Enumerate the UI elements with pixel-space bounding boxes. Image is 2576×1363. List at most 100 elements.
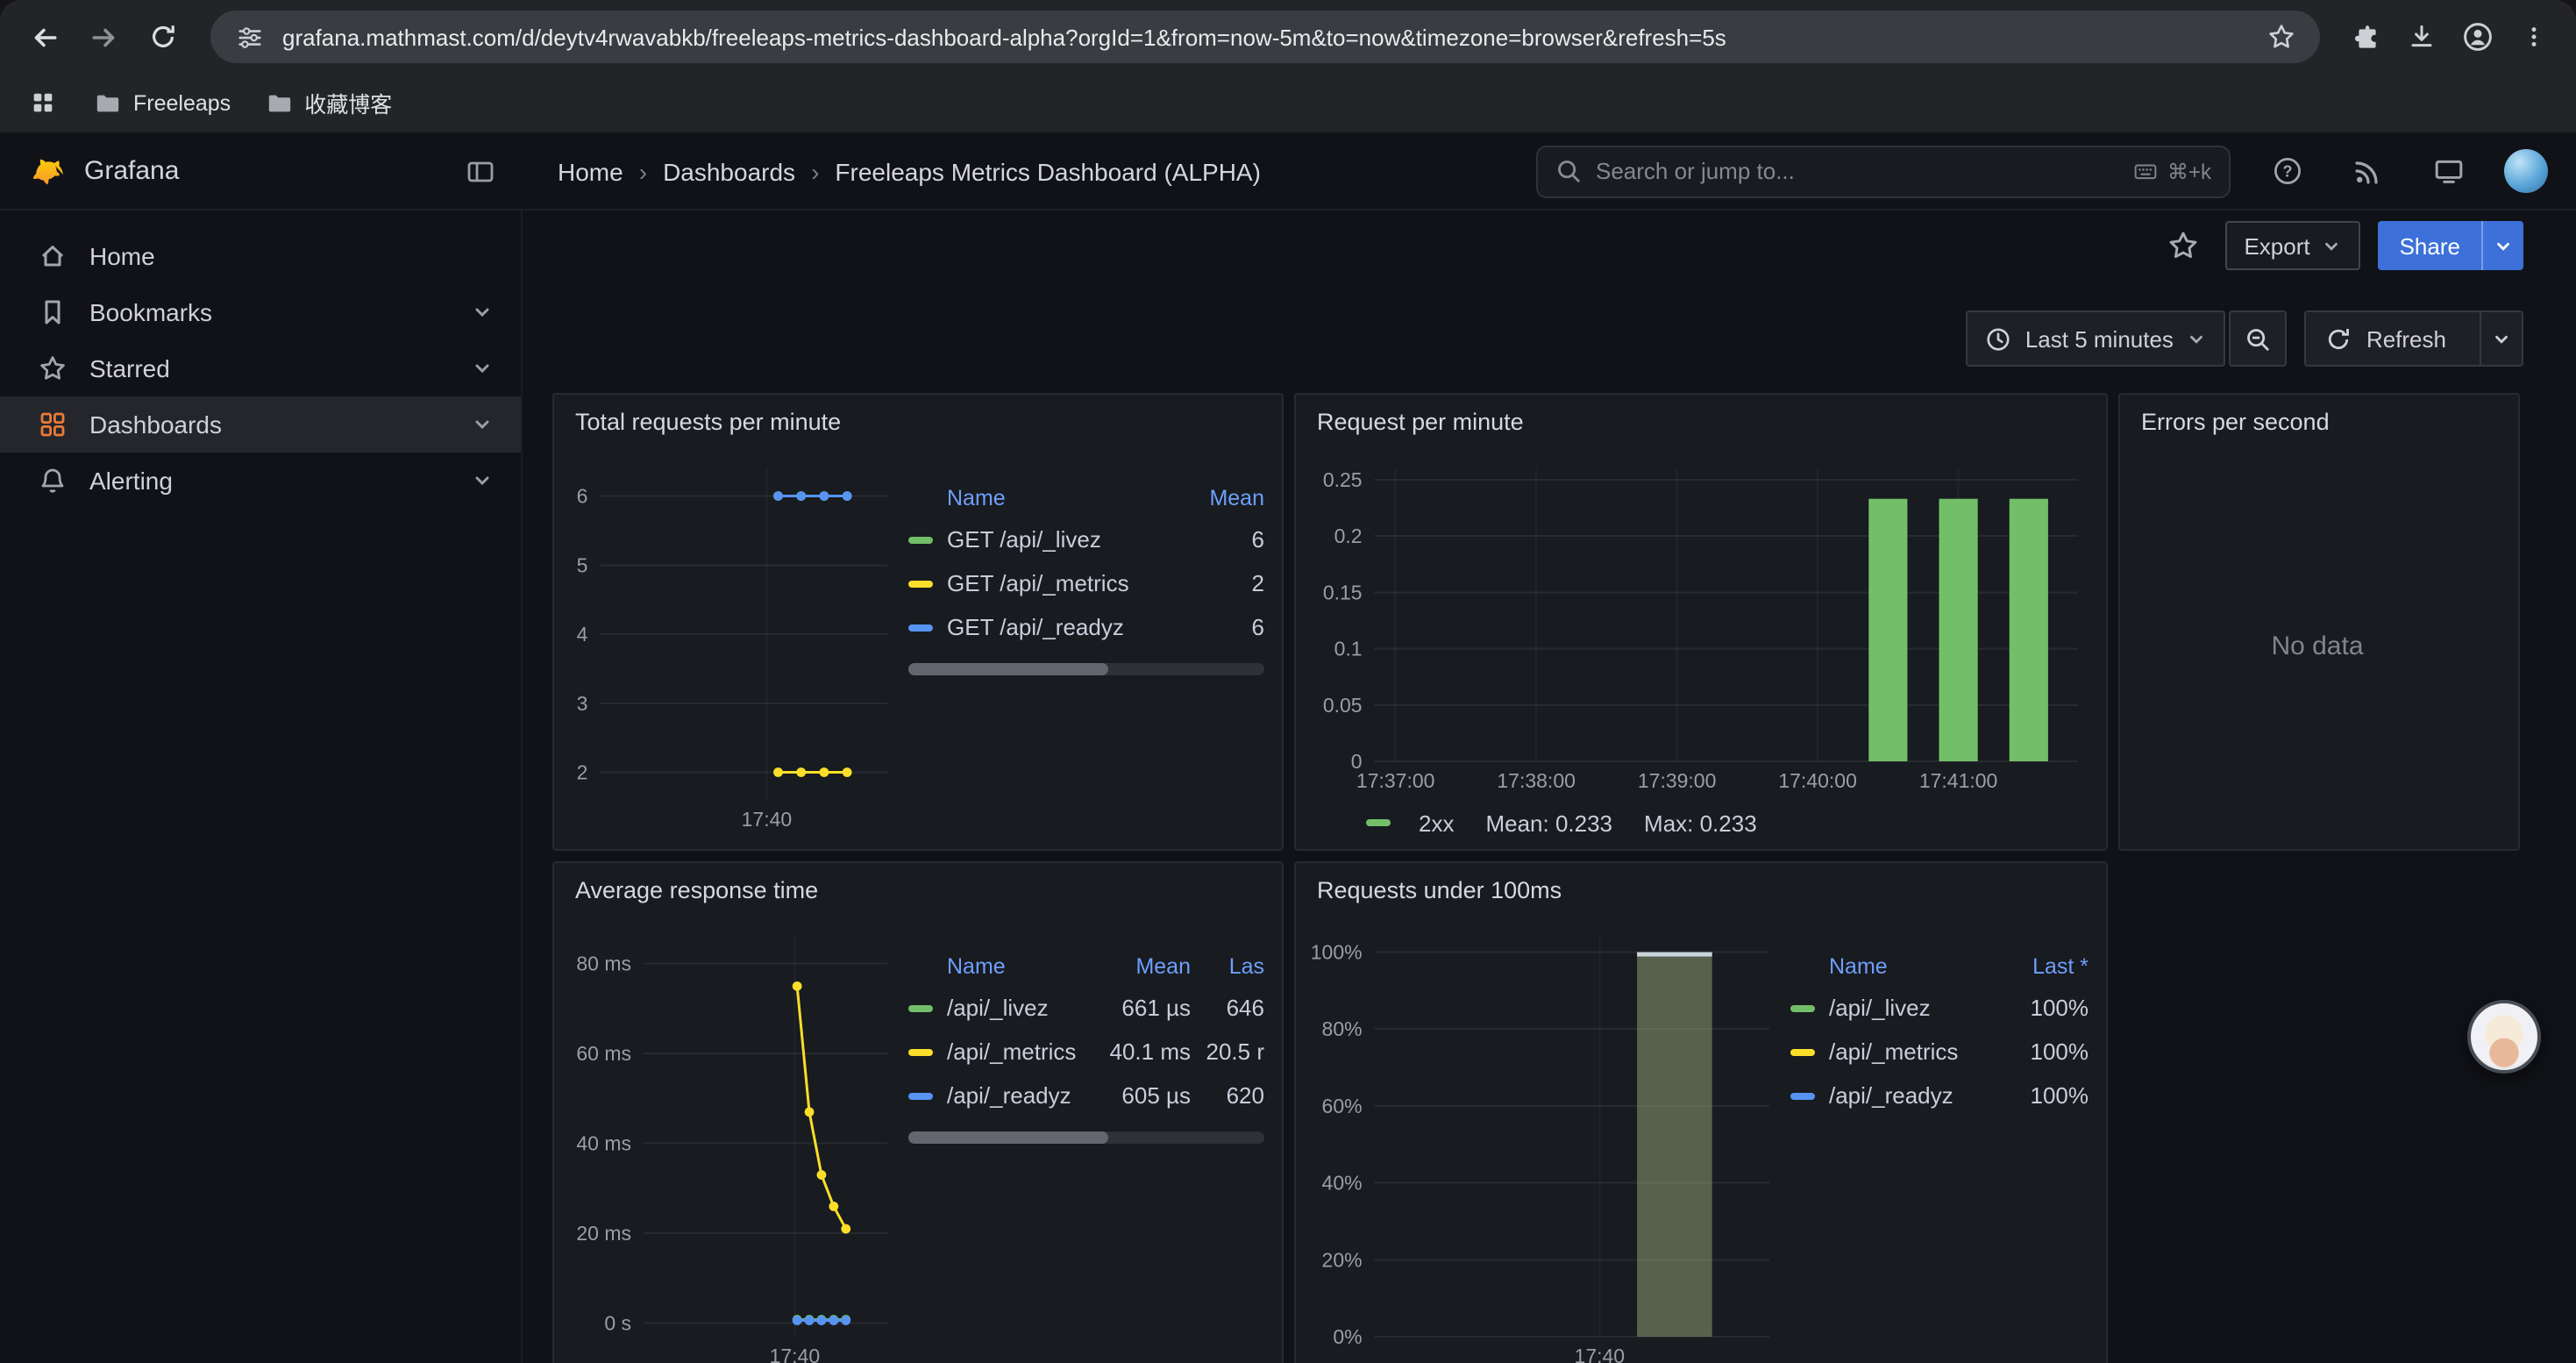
- legend-row[interactable]: GET /api/_metrics 2: [908, 561, 1264, 605]
- refresh-interval-caret[interactable]: [2480, 312, 2522, 365]
- breadcrumb-dashboards[interactable]: Dashboards: [663, 157, 795, 185]
- timeseries-plot[interactable]: 80 ms60 ms40 ms20 ms0 s17:40: [568, 919, 898, 1363]
- sidebar-item-alerting[interactable]: Alerting: [0, 453, 521, 509]
- sidebar-item-starred[interactable]: Starred: [0, 340, 521, 396]
- legend-series[interactable]: 2xx: [1366, 810, 1454, 836]
- back-button[interactable]: [18, 11, 70, 63]
- legend-row[interactable]: /api/_metrics 100%: [1790, 1030, 2089, 1074]
- tv-mode-icon[interactable]: [2423, 146, 2473, 196]
- search-box[interactable]: ⌘+k: [1536, 145, 2231, 197]
- chevron-down-icon[interactable]: [472, 414, 493, 435]
- search-input[interactable]: [1596, 158, 2118, 184]
- legend-row[interactable]: /api/_livez 100%: [1790, 986, 2089, 1030]
- legend-row[interactable]: GET /api/_readyz 6: [908, 605, 1264, 649]
- bar-chart-plot[interactable]: 0.250.20.150.10.05017:37:0017:38:0017:39…: [1310, 451, 2089, 803]
- legend-row[interactable]: /api/_readyz 605 µs 620: [908, 1074, 1264, 1117]
- chevron-down-icon[interactable]: [472, 358, 493, 379]
- assistant-avatar-button[interactable]: [2467, 1000, 2541, 1074]
- keyboard-icon: [2132, 160, 2159, 182]
- series-name[interactable]: /api/_metrics: [947, 1038, 1089, 1065]
- legend-col-mean[interactable]: Mean: [1089, 954, 1191, 979]
- scrollbar-thumb[interactable]: [908, 1131, 1107, 1144]
- legend-row[interactable]: /api/_readyz 100%: [1790, 1074, 2089, 1117]
- panel-title[interactable]: Request per minute: [1296, 395, 2106, 451]
- svg-text:20%: 20%: [1322, 1248, 1363, 1271]
- svg-text:80%: 80%: [1322, 1017, 1363, 1040]
- news-rss-icon[interactable]: [2343, 146, 2392, 196]
- series-name[interactable]: /api/_readyz: [947, 1082, 1089, 1109]
- profile-icon[interactable]: [2453, 12, 2502, 61]
- refresh-button[interactable]: Refresh: [2305, 310, 2523, 367]
- sidebar-toggle-icon[interactable]: [466, 157, 495, 185]
- breadcrumb-home[interactable]: Home: [558, 157, 623, 185]
- time-range-picker[interactable]: Last 5 minutes: [1966, 310, 2226, 367]
- svg-text:17:40: 17:40: [770, 1345, 821, 1363]
- breadcrumb-current: Freeleaps Metrics Dashboard (ALPHA): [835, 157, 1261, 185]
- bookmark-label: 收藏博客: [304, 86, 392, 119]
- panel-title[interactable]: Total requests per minute: [554, 395, 1282, 451]
- legend-row[interactable]: /api/_livez 661 µs 646: [908, 986, 1264, 1030]
- bookmark-folder-freeleaps[interactable]: Freeleaps: [95, 89, 231, 116]
- legend-scrollbar[interactable]: [908, 663, 1264, 675]
- legend-col-name[interactable]: Name: [1790, 954, 1997, 979]
- panel-title[interactable]: Average response time: [554, 863, 1282, 919]
- series-name[interactable]: /api/_livez: [947, 995, 1089, 1021]
- series-name[interactable]: GET /api/_livez: [947, 526, 1173, 553]
- share-button[interactable]: Share: [2379, 221, 2523, 270]
- breadcrumb-separator: ›: [639, 157, 647, 185]
- legend-scrollbar[interactable]: [908, 1131, 1264, 1144]
- apps-grid-icon: [39, 410, 67, 439]
- help-icon[interactable]: ?: [2262, 146, 2311, 196]
- legend-col-mean[interactable]: Mean: [1173, 486, 1264, 510]
- legend-row[interactable]: /api/_metrics 40.1 ms 20.5 r: [908, 1030, 1264, 1074]
- address-bar[interactable]: [210, 11, 2320, 63]
- forward-button[interactable]: [77, 11, 130, 63]
- series-color-swatch: [908, 536, 933, 543]
- series-name[interactable]: /api/_readyz: [1829, 1082, 1997, 1109]
- url-input[interactable]: [282, 24, 2248, 50]
- series-name[interactable]: /api/_livez: [1829, 995, 1997, 1021]
- downloads-icon[interactable]: [2397, 12, 2446, 61]
- sidebar-item-bookmarks[interactable]: Bookmarks: [0, 284, 521, 340]
- site-settings-icon[interactable]: [231, 12, 267, 61]
- series-name[interactable]: GET /api/_metrics: [947, 570, 1173, 596]
- bookmark-star-icon[interactable]: [2264, 12, 2299, 61]
- series-last: 100%: [1997, 1038, 2089, 1065]
- apps-grid-shortcut-icon[interactable]: [25, 78, 60, 127]
- panel-title[interactable]: Errors per second: [2120, 395, 2518, 451]
- extensions-icon[interactable]: [2341, 12, 2390, 61]
- refresh-main[interactable]: Refresh: [2307, 312, 2466, 365]
- legend-header: Name Mean Las: [908, 947, 1264, 986]
- chevron-down-icon[interactable]: [472, 470, 493, 491]
- legend-col-name[interactable]: Name: [908, 486, 1173, 510]
- panel-title[interactable]: Requests under 100ms: [1296, 863, 2106, 919]
- chevron-down-icon[interactable]: [472, 302, 493, 323]
- bar-chart-plot[interactable]: 100%80%60%40%20%0%17:40: [1310, 919, 1780, 1363]
- bookmark-folder-blogs[interactable]: 收藏博客: [266, 86, 392, 119]
- legend-col-last[interactable]: Las: [1191, 954, 1264, 979]
- export-button[interactable]: Export: [2224, 221, 2360, 270]
- reload-button[interactable]: [137, 11, 189, 63]
- bookmark-icon: [39, 298, 67, 326]
- favorite-star-icon[interactable]: [2158, 221, 2207, 270]
- legend-row[interactable]: GET /api/_livez 6: [908, 517, 1264, 561]
- nav-sidebar: Home Bookmarks Starred: [0, 211, 523, 1363]
- legend-col-last[interactable]: Last *: [1997, 954, 2089, 979]
- sidebar-item-label: Bookmarks: [89, 298, 212, 326]
- share-options-caret[interactable]: [2481, 221, 2523, 270]
- sidebar-item-home[interactable]: Home: [0, 228, 521, 284]
- timeseries-plot[interactable]: 6543217:40: [568, 451, 898, 842]
- panel-total-requests: Total requests per minute 6543217:40 Nam…: [552, 393, 1284, 851]
- user-avatar[interactable]: [2504, 149, 2548, 193]
- scrollbar-thumb[interactable]: [908, 663, 1107, 675]
- sidebar-item-label: Dashboards: [89, 410, 222, 439]
- browser-menu-icon[interactable]: [2509, 12, 2558, 61]
- series-name[interactable]: GET /api/_readyz: [947, 614, 1173, 640]
- zoom-out-icon: [2245, 325, 2272, 352]
- sidebar-item-dashboards[interactable]: Dashboards: [0, 396, 521, 453]
- series-name[interactable]: 2xx: [1419, 810, 1454, 836]
- grafana-logo[interactable]: [28, 152, 67, 190]
- legend-col-name[interactable]: Name: [908, 954, 1089, 979]
- zoom-out-button[interactable]: [2230, 310, 2288, 367]
- series-name[interactable]: /api/_metrics: [1829, 1038, 1997, 1065]
